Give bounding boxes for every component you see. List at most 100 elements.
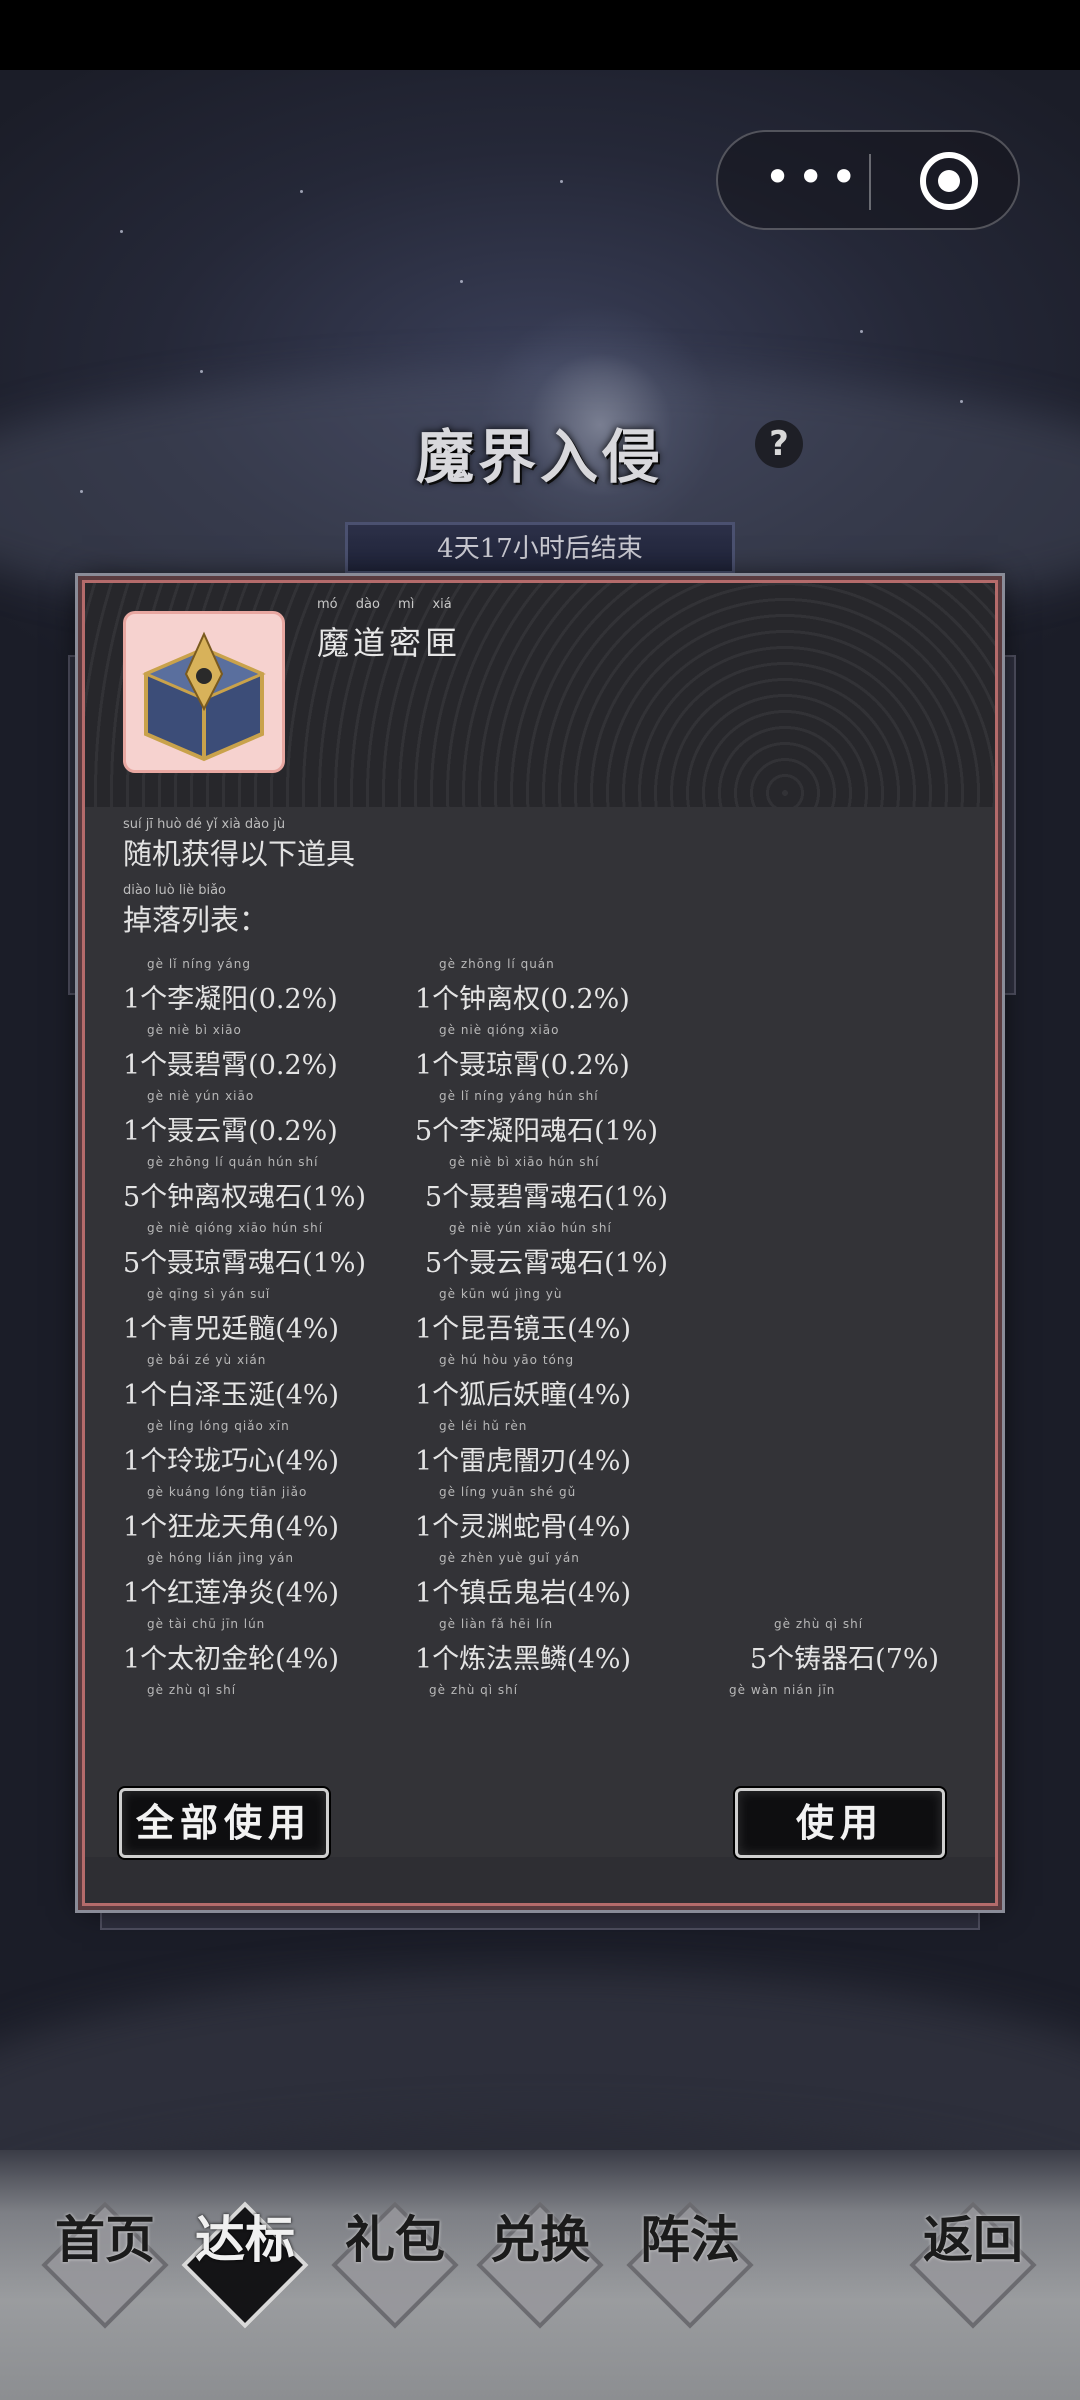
drop-item-pinyin: gè niè qióng xiāo hún shí xyxy=(147,1221,324,1235)
drop-list-item: gè niè qióng xiāo 1个聂琼霄(0.2%) xyxy=(415,1023,630,1082)
drop-list-item: gè niè yún xiāo hún shí 5个聂云霄魂石(1%) xyxy=(425,1221,669,1280)
drop-item-pinyin: gè tài chū jīn lún xyxy=(147,1617,266,1631)
drop-item-pinyin: gè liàn fǎ hēi lín xyxy=(439,1617,554,1631)
drop-item-text: 5个钟离权魂石(1%) xyxy=(123,1182,367,1213)
drop-list-item: gè niè qióng xiāo hún shí 5个聂琼霄魂石(1%) xyxy=(123,1221,367,1280)
drop-item-pinyin: gè niè bì xiāo xyxy=(147,1023,242,1037)
drop-item-pinyin: gè bái zé yù xián xyxy=(147,1353,267,1367)
drop-list-item: gè zhōng lí quán 1个钟离权(0.2%) xyxy=(415,957,630,1016)
drop-list-item: gè hóng lián jìng yán 1个红莲净炎(4%) xyxy=(123,1551,340,1610)
nav-tab-label: 礼包 xyxy=(345,2210,445,2269)
drop-item-pinyin: gè zhù qì shí xyxy=(147,1683,237,1697)
help-icon[interactable]: ? xyxy=(755,420,803,468)
close-mini-program-icon[interactable] xyxy=(920,152,978,210)
drop-item-text: 1个雷虎闇刃(4%) xyxy=(415,1446,632,1477)
status-bar xyxy=(0,0,1080,70)
drop-list-item: gè kuáng lóng tiān jiǎo 1个狂龙天角(4%) xyxy=(123,1485,340,1544)
drop-list-item: gè kūn wú jìng yù 1个昆吾镜玉(4%) xyxy=(415,1287,632,1346)
modal-header: mó dào mì xiá 魔道密匣 xyxy=(85,583,995,807)
drop-item-pinyin: gè lǐ níng yáng xyxy=(147,957,251,971)
drop-item-pinyin: gè hú hòu yāo tóng xyxy=(439,1353,575,1367)
nav-tab-3[interactable]: 礼包 xyxy=(330,2200,460,2330)
drop-item-text: 1个钟离权(0.2%) xyxy=(415,984,630,1015)
drop-item-pinyin: gè líng yuān shé gǔ xyxy=(439,1485,577,1499)
drop-item-text: 1个炼法黑鳞(4%) xyxy=(415,1644,632,1675)
more-menu-icon[interactable]: ••• xyxy=(764,154,864,203)
page-title: 魔界入侵 xyxy=(415,423,664,491)
back-label: 返回 xyxy=(923,2210,1023,2269)
drop-item-text: 1个红莲净炎(4%) xyxy=(123,1578,340,1609)
drop-item-text: 1个聂碧霄(0.2%) xyxy=(123,1050,338,1081)
drop-list-item: gè líng lóng qiǎo xīn 1个玲珑巧心(4%) xyxy=(123,1419,340,1478)
countdown-banner: 4天17小时后结束 xyxy=(345,522,735,574)
drop-item-pinyin: gè kuáng lóng tiān jiǎo xyxy=(147,1485,308,1499)
drop-item-text: 1个青兕廷髓(4%) xyxy=(123,1314,340,1345)
drop-item-text: 1个李凝阳(0.2%) xyxy=(123,984,338,1015)
nav-tab-1[interactable]: 首页 xyxy=(40,2200,170,2330)
drop-item-pinyin: gè zhù qì shí xyxy=(429,1683,519,1697)
drop-list: gè lǐ níng yáng 1个李凝阳(0.2%) gè zhōng lí qu… xyxy=(85,807,995,1697)
mini-program-capsule: ••• xyxy=(716,130,1020,230)
drop-item-text: 5个铸器石(7%) xyxy=(750,1644,940,1675)
back-button[interactable]: 返回 xyxy=(908,2200,1038,2330)
drop-item-pinyin: gè zhōng lí quán xyxy=(439,957,555,971)
nav-tab-label: 兑换 xyxy=(490,2210,590,2269)
drop-item-pinyin: gè zhōng lí quán hún shí xyxy=(147,1155,319,1169)
drop-list-item: gè niè bì xiāo 1个聂碧霄(0.2%) xyxy=(123,1023,338,1082)
drop-list-item: gè niè bì xiāo hún shí 5个聂碧霄魂石(1%) xyxy=(425,1155,668,1214)
item-detail-modal: mó dào mì xiá 魔道密匣 suí jī huò dé yǐ xià … xyxy=(82,580,998,1906)
drop-item-pinyin: gè qīng sì yán suǐ xyxy=(147,1287,271,1301)
drop-item-text: 5个聂琼霄魂石(1%) xyxy=(123,1248,367,1279)
drop-item-text: 1个太初金轮(4%) xyxy=(123,1644,340,1675)
drop-list-item: gè zhōng lí quán hún shí 5个钟离权魂石(1%) xyxy=(123,1155,367,1214)
item-name-pinyin: mó dào mì xiá xyxy=(317,597,452,612)
drop-item-pinyin: gè niè qióng xiāo xyxy=(439,1023,560,1037)
drop-item-pinyin: gè niè bì xiāo hún shí xyxy=(449,1155,600,1169)
drop-item-pinyin: gè zhù qì shí xyxy=(774,1617,864,1631)
drop-list-item: gè lǐ níng yáng 1个李凝阳(0.2%) xyxy=(123,957,338,1016)
drop-item-text: 5个李凝阳魂石(1%) xyxy=(415,1116,659,1147)
drop-item-pinyin: gè líng lóng qiǎo xīn xyxy=(147,1419,290,1433)
drop-item-text: 1个狐后妖瞳(4%) xyxy=(415,1380,632,1411)
drop-item-pinyin: gè niè yún xiāo xyxy=(147,1089,255,1103)
nav-tab-label: 首页 xyxy=(55,2210,155,2269)
drop-list-item: gè niè yún xiāo 1个聂云霄(0.2%) xyxy=(123,1089,338,1148)
drop-item-pinyin: gè kūn wú jìng yù xyxy=(439,1287,563,1301)
nav-tab-4[interactable]: 兑换 xyxy=(475,2200,605,2330)
drop-item-text: 1个镇岳鬼岩(4%) xyxy=(415,1578,632,1609)
drop-item-text: 1个聂琼霄(0.2%) xyxy=(415,1050,630,1081)
use-button[interactable]: 使用 xyxy=(735,1788,945,1858)
treasure-chest-icon xyxy=(123,611,285,773)
drop-list-item: gè tài chū jīn lún 1个太初金轮(4%) xyxy=(123,1617,340,1676)
drop-list-item: gè bái zé yù xián 1个白泽玉涎(4%) xyxy=(123,1353,340,1412)
countdown-text: 4天17小时后结束 xyxy=(437,534,643,564)
drop-list-item: gè qīng sì yán suǐ 1个青兕廷髓(4%) xyxy=(123,1287,340,1346)
drop-item-pinyin: gè lǐ níng yáng hún shí xyxy=(439,1089,599,1103)
modal-body: suí jī huò dé yǐ xià dào jù 随机获得以下道具 dià… xyxy=(85,807,995,1857)
nav-tab-5[interactable]: 阵法 xyxy=(625,2200,755,2330)
nav-tab-label: 阵法 xyxy=(640,2210,740,2269)
item-name: 魔道密匣 xyxy=(317,624,462,662)
drop-item-pinyin: gè zhèn yuè guǐ yán xyxy=(439,1551,580,1565)
drop-item-pinyin: gè niè yún xiāo hún shí xyxy=(449,1221,612,1235)
drop-item-text: 1个白泽玉涎(4%) xyxy=(123,1380,340,1411)
drop-item-text: 1个聂云霄(0.2%) xyxy=(123,1116,338,1147)
drop-list-item: gè zhèn yuè guǐ yán 1个镇岳鬼岩(4%) xyxy=(415,1551,632,1610)
drop-item-text: 1个狂龙天角(4%) xyxy=(123,1512,340,1543)
drop-item-pinyin: gè hóng lián jìng yán xyxy=(147,1551,295,1565)
drop-list-item: gè zhù qì shí 5个铸器石(7%) xyxy=(750,1617,940,1676)
drop-list-item: gè lǐ níng yáng hún shí 5个李凝阳魂石(1%) xyxy=(415,1089,659,1148)
drop-item-text: 1个昆吾镜玉(4%) xyxy=(415,1314,632,1345)
capsule-divider xyxy=(869,154,871,210)
nav-tab-2[interactable]: 达标 xyxy=(180,2200,310,2330)
drop-list-item: gè liàn fǎ hēi lín 1个炼法黑鳞(4%) xyxy=(415,1617,632,1676)
drop-item-text: 1个玲珑巧心(4%) xyxy=(123,1446,340,1477)
drop-item-text: 5个聂云霄魂石(1%) xyxy=(425,1248,669,1279)
use-all-button[interactable]: 全部使用 xyxy=(119,1788,329,1858)
drop-list-item: gè léi hǔ rèn 1个雷虎闇刃(4%) xyxy=(415,1419,632,1478)
drop-list-item: gè líng yuān shé gǔ 1个灵渊蛇骨(4%) xyxy=(415,1485,631,1544)
drop-item-pinyin: gè wàn nián jīn xyxy=(729,1683,836,1697)
nav-tab-label: 达标 xyxy=(195,2210,295,2269)
drop-item-pinyin: gè léi hǔ rèn xyxy=(439,1419,528,1433)
drop-list-item: gè hú hòu yāo tóng 1个狐后妖瞳(4%) xyxy=(415,1353,632,1412)
